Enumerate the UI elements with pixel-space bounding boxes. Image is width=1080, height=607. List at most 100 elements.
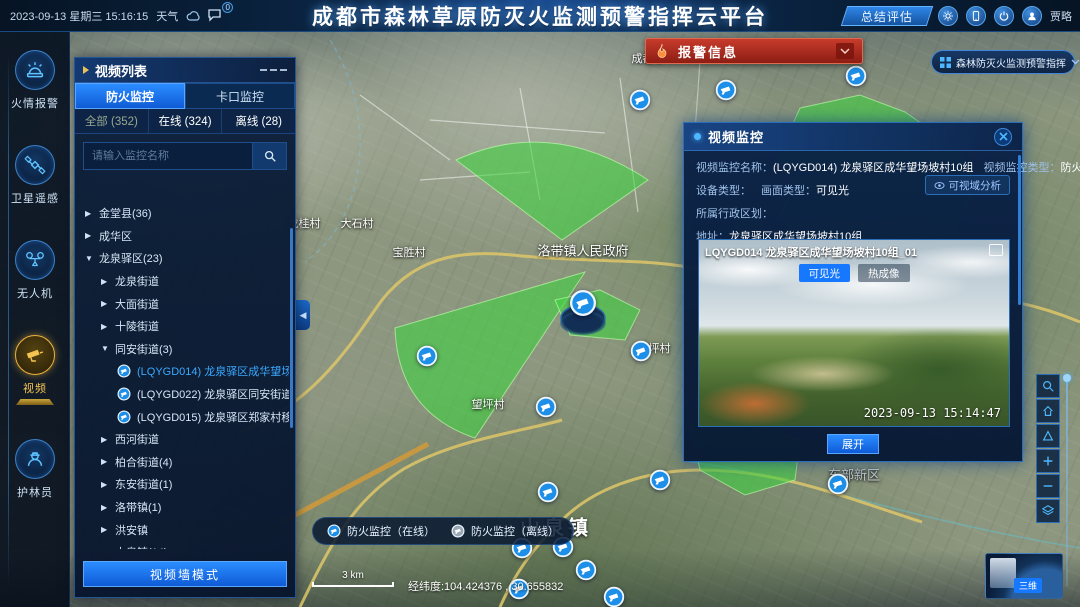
viewshed-analysis-button[interactable]: 可视域分析 [925, 175, 1011, 195]
chevron-collapsed-icon[interactable]: ▶ [101, 503, 109, 512]
tab-fire-monitor[interactable]: 防火监控 [75, 83, 185, 109]
zoom-in-icon[interactable] [1036, 449, 1060, 473]
chevron-expanded-icon[interactable]: ▼ [85, 254, 93, 263]
sidebar-item-fire-alarm[interactable]: 火情报警 [0, 50, 70, 111]
camera-marker[interactable] [575, 559, 597, 581]
tree-node[interactable]: ▶龙泉街道 [75, 270, 289, 293]
tree-node[interactable]: ▶ 十陵街道 [75, 315, 289, 338]
mode-3d-label: 三维 [1014, 578, 1042, 593]
settings-gear-icon[interactable] [938, 6, 958, 26]
chevron-collapsed-icon[interactable]: ▶ [101, 480, 109, 489]
filter-offline[interactable]: 离线 (28) [222, 109, 295, 133]
tree-node[interactable]: ▶ 西河街道 [75, 428, 289, 451]
thermal-imaging-button[interactable]: 热成像 [858, 264, 910, 282]
chevron-collapsed-icon[interactable]: ▶ [101, 322, 109, 331]
search-button[interactable] [253, 142, 287, 170]
tree-node-label: (LQYGD022) 龙泉驿区同安街道红壁村 [137, 386, 289, 402]
camera-marker-selected[interactable] [569, 289, 597, 317]
power-icon[interactable] [994, 6, 1014, 26]
panel-collapse-handle[interactable]: ◀ [296, 300, 310, 330]
summary-evaluation-button[interactable]: 总结评估 [841, 6, 934, 26]
chevron-collapsed-icon[interactable]: ▶ [85, 209, 93, 218]
map-place-label: 宝胜村 [393, 244, 426, 260]
close-icon[interactable] [994, 128, 1012, 146]
tree-node[interactable]: ▼ 龙泉驿区(23) [75, 247, 289, 270]
zoom-out-icon[interactable] [1036, 474, 1060, 498]
search-icon[interactable] [1036, 374, 1060, 398]
map-legend: 防火监控（在线）防火监控（离线） [312, 517, 574, 545]
sidebar-item-drone[interactable]: 无人机 [0, 240, 70, 301]
alarm-chevron-down-icon[interactable] [836, 43, 854, 59]
video-wall-mode-button[interactable]: 视频墙模式 [83, 561, 287, 587]
chevron-collapsed-icon[interactable]: ▶ [101, 525, 109, 534]
popup-header: 视频监控 [684, 123, 1022, 151]
tree-node-label: 东安街道(1) [115, 476, 172, 492]
tree-node-label: 龙泉驿区(23) [99, 250, 163, 266]
tree-node[interactable]: ▶ 东安街道(1) [75, 473, 289, 496]
tab-checkpoint-monitor[interactable]: 卡口监控 [185, 83, 295, 109]
filter-all[interactable]: 全部 (352) [75, 109, 149, 133]
tree-node-label: 十陵街道 [115, 318, 159, 334]
tree-node[interactable]: ▶柏合街道(4) [75, 451, 289, 474]
video-mode-buttons: 可见光热成像 [699, 264, 1009, 282]
video-fullscreen-icon[interactable] [989, 244, 1003, 256]
video-list-header: 视频列表 [75, 58, 295, 83]
scale-label: 3 km [312, 570, 394, 581]
camera-marker[interactable] [629, 89, 651, 111]
chevron-collapsed-icon[interactable]: ▶ [101, 435, 109, 444]
camera-marker[interactable] [537, 481, 559, 503]
camera-marker[interactable] [649, 469, 671, 491]
camera-marker[interactable] [715, 79, 737, 101]
chevron-collapsed-icon[interactable]: ▶ [85, 231, 93, 240]
camera-marker[interactable] [845, 65, 867, 87]
tree-node[interactable]: ▶洪安镇 [75, 518, 289, 541]
tree-node[interactable]: ▶山泉镇(14) [75, 541, 289, 549]
expand-button[interactable]: 展开 [827, 434, 879, 454]
video-feed[interactable]: LQYGD014 龙泉驿区成华望场坡村10组_01 可见光热成像 2023-09… [698, 239, 1010, 427]
camera-marker[interactable] [827, 473, 849, 495]
zoom-slider[interactable] [1066, 378, 1068, 586]
camera-marker[interactable] [416, 345, 438, 367]
tree-node[interactable]: ▼同安街道(3) [75, 338, 289, 361]
camera-marker-icon [117, 410, 131, 424]
chevron-collapsed-icon[interactable]: ▶ [101, 548, 109, 549]
measure-icon[interactable] [1036, 424, 1060, 448]
tree-camera-item[interactable]: (LQYGD015) 龙泉驿区郑家村移动 [75, 405, 289, 428]
map-3d-mode-thumbnail[interactable]: 三维 [985, 553, 1063, 599]
layers-icon[interactable] [1036, 499, 1060, 523]
alarm-info-label: 报警信息 [678, 42, 738, 61]
chevron-expanded-icon[interactable]: ▼ [101, 344, 109, 353]
search-input[interactable] [83, 142, 253, 170]
visible-light-button[interactable]: 可见光 [799, 264, 851, 282]
sidebar-item-satellite[interactable]: 卫星遥感 [0, 145, 70, 206]
sidebar-item-label: 护林员 [17, 484, 53, 500]
ranger-icon [15, 439, 55, 479]
tree-camera-item[interactable]: (LQYGD014) 龙泉驿区成华望场坡村10组 [75, 360, 289, 383]
camera-marker[interactable] [603, 586, 625, 607]
grid-icon [940, 57, 951, 68]
tree-node-label: 西河街道 [115, 431, 159, 447]
sidebar-item-ranger[interactable]: 护林员 [0, 439, 70, 500]
chevron-collapsed-icon[interactable]: ▶ [101, 457, 109, 466]
sidebar-item-video[interactable]: 视频 [0, 335, 70, 405]
camera-marker[interactable] [630, 340, 652, 362]
chevron-collapsed-icon[interactable]: ▶ [101, 299, 109, 308]
siren-icon [15, 50, 55, 90]
org-selector-dropdown[interactable]: 森林防灭火监测预警指挥 [931, 50, 1075, 74]
tree-node[interactable]: ▶大面街道 [75, 292, 289, 315]
camera-marker[interactable] [535, 396, 557, 418]
filter-online[interactable]: 在线 (324) [149, 109, 223, 133]
zoom-slider-knob[interactable] [1063, 374, 1071, 382]
tree-node[interactable]: ▶洛带镇(1) [75, 496, 289, 519]
home-icon[interactable] [1036, 399, 1060, 423]
popup-scrollbar[interactable] [1018, 155, 1021, 305]
tree-scrollbar[interactable] [290, 228, 293, 428]
mobile-device-icon[interactable] [966, 6, 986, 26]
user-avatar-icon[interactable] [1022, 6, 1042, 26]
chevron-collapsed-icon[interactable]: ▶ [101, 277, 109, 286]
tree-node[interactable]: ▶金堂县(36) [75, 202, 289, 225]
tree-node[interactable]: ▶成华区 [75, 225, 289, 248]
app-root: { "colors": { "accent": "#1677ff", "aler… [0, 0, 1080, 607]
alarm-info-banner[interactable]: 报警信息 [645, 38, 863, 64]
tree-camera-item[interactable]: (LQYGD022) 龙泉驿区同安街道红壁村 [75, 383, 289, 406]
